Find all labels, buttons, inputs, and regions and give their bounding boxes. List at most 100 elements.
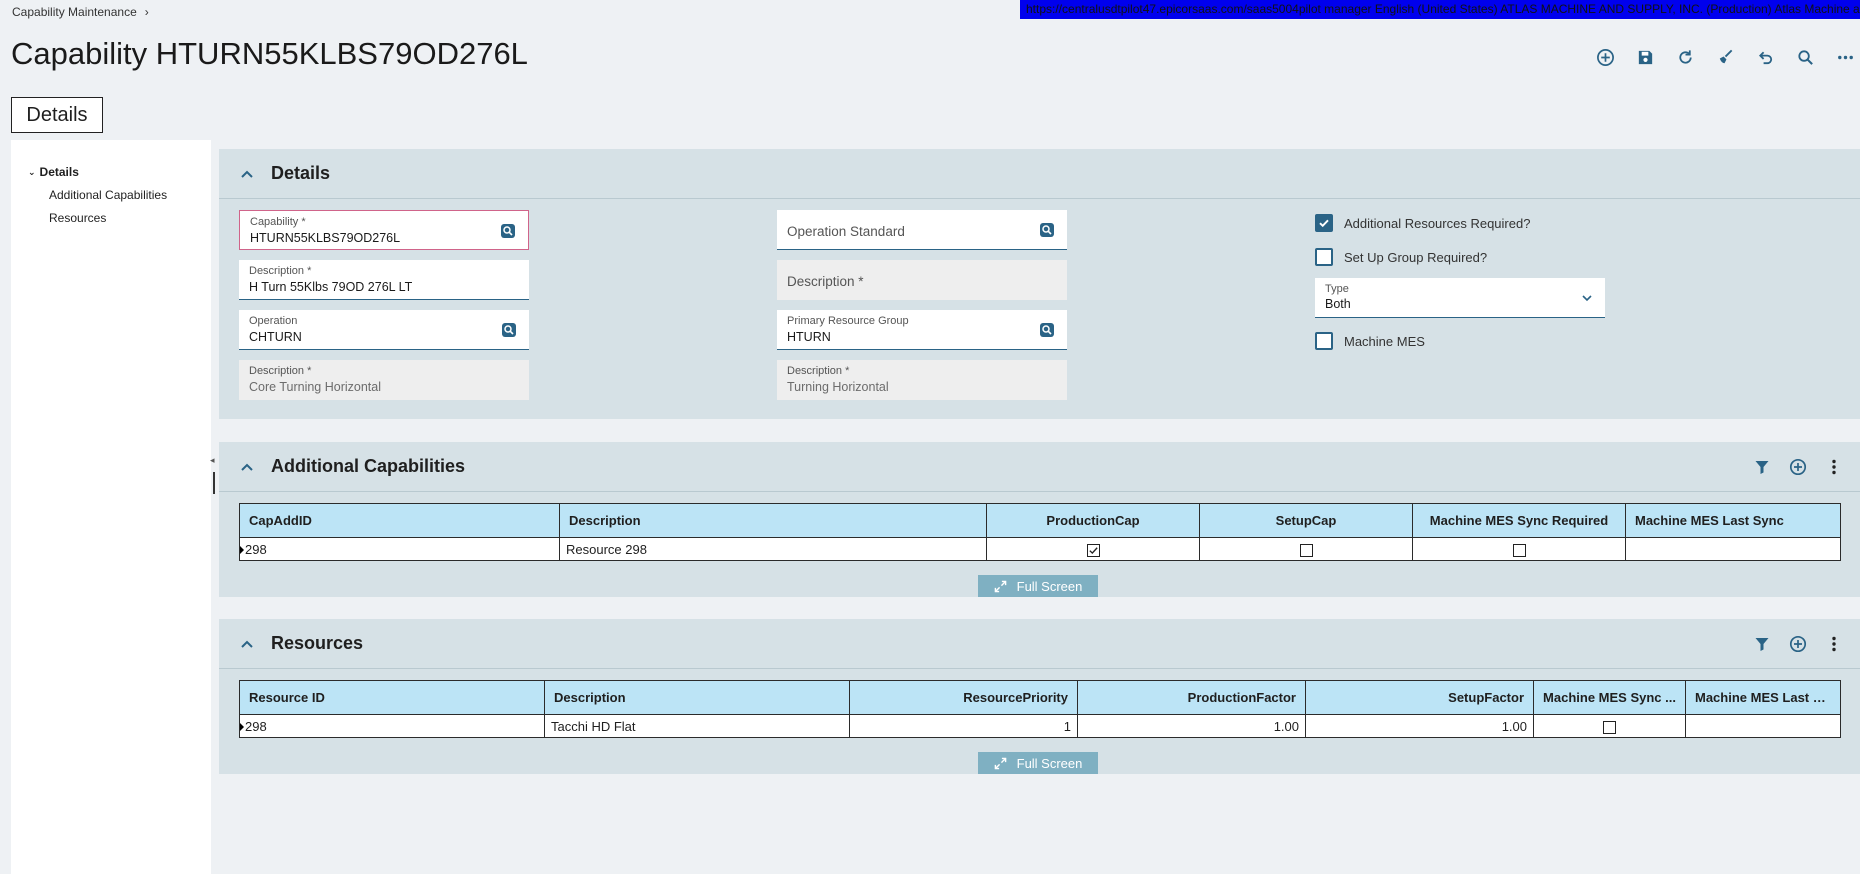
expand-icon: [994, 580, 1006, 592]
add-new-button[interactable]: [1585, 44, 1625, 70]
checkbox-checked-icon[interactable]: [1086, 543, 1100, 557]
primary-resource-group-label: Primary Resource Group: [787, 315, 909, 327]
column-header-description[interactable]: Description: [559, 503, 987, 538]
resources-header: Resources: [219, 619, 1860, 669]
more-horizontal-icon: [1837, 55, 1853, 59]
column-header-resource-id[interactable]: Resource ID: [239, 680, 545, 715]
table-row[interactable]: 298 Tacchi HD Flat 1 1.00 1.00: [239, 714, 1841, 738]
chevron-up-icon[interactable]: [239, 636, 255, 652]
undo-button[interactable]: [1745, 44, 1785, 70]
cell-description[interactable]: Tacchi HD Flat: [544, 714, 850, 738]
operation-description-value: Core Turning Horizontal: [249, 380, 382, 394]
table-row[interactable]: 298 Resource 298: [239, 537, 1841, 561]
operation-standard-field[interactable]: Operation Standard: [777, 210, 1067, 250]
operation-value: CHTURN: [249, 330, 302, 344]
cell-capaddid-value: 298: [245, 541, 267, 557]
nav-resize-handle[interactable]: [213, 472, 215, 494]
add-row-button[interactable]: [1784, 454, 1812, 480]
full-screen-label: Full Screen: [1016, 578, 1083, 594]
type-select[interactable]: Type Both: [1315, 278, 1605, 318]
cell-mes-last-sync[interactable]: [1625, 537, 1841, 561]
filter-button[interactable]: [1748, 631, 1776, 657]
search-button[interactable]: [1785, 44, 1825, 70]
setup-group-required-label: Set Up Group Required?: [1344, 249, 1488, 265]
details-panel-header: Details: [219, 149, 1860, 199]
column-header-mes-sync-required[interactable]: Machine MES Sync Required: [1412, 503, 1626, 538]
column-header-productioncap[interactable]: ProductionCap: [986, 503, 1200, 538]
plus-circle-icon: [1789, 635, 1807, 653]
column-header-mes-last-sync[interactable]: Machine MES Last S...: [1685, 680, 1841, 715]
page-title: Capability HTURN55KLBS79OD276L: [11, 36, 528, 71]
page-toolbar: [1585, 44, 1860, 70]
checkbox-unchecked-icon: [1315, 332, 1333, 350]
full-screen-button[interactable]: Full Screen: [978, 575, 1098, 597]
additional-resources-required-checkbox[interactable]: Additional Resources Required?: [1315, 214, 1530, 232]
cell-production-factor[interactable]: 1.00: [1077, 714, 1306, 738]
column-header-production-factor[interactable]: ProductionFactor: [1077, 680, 1306, 715]
additional-capabilities-panel: Additional Capabilities CapAddID Descrip…: [219, 442, 1860, 597]
refresh-button[interactable]: [1665, 44, 1705, 70]
nav-item-resources[interactable]: Resources: [49, 211, 106, 225]
filter-icon: [1755, 461, 1769, 474]
add-row-button[interactable]: [1784, 631, 1812, 657]
type-label: Type: [1325, 283, 1349, 295]
save-button[interactable]: [1625, 44, 1665, 70]
capability-value: HTURN55KLBS79OD276L: [250, 231, 401, 245]
column-header-resource-priority[interactable]: ResourcePriority: [849, 680, 1078, 715]
breadcrumb-item[interactable]: Capability Maintenance: [12, 5, 137, 19]
checkbox-unchecked-icon[interactable]: [1299, 543, 1313, 557]
cell-resource-id[interactable]: 298: [239, 714, 545, 738]
cell-setup-factor[interactable]: 1.00: [1305, 714, 1534, 738]
chevron-down-icon: [1582, 295, 1592, 302]
description-field[interactable]: Description * H Turn 55Klbs 79OD 276L LT: [239, 260, 529, 300]
search-icon[interactable]: [1039, 222, 1055, 238]
type-value: Both: [1325, 297, 1351, 311]
refresh-icon: [1678, 49, 1692, 64]
overflow-menu-button[interactable]: [1825, 44, 1860, 70]
nav-item-additional-capabilities[interactable]: Additional Capabilities: [49, 188, 167, 202]
checkbox-checked-icon: [1315, 214, 1333, 232]
machine-mes-checkbox[interactable]: Machine MES: [1315, 332, 1425, 350]
primary-resource-group-field[interactable]: Primary Resource Group HTURN: [777, 310, 1067, 350]
setup-group-required-checkbox[interactable]: Set Up Group Required?: [1315, 248, 1487, 266]
column-header-capaddid[interactable]: CapAddID: [239, 503, 560, 538]
tab-details[interactable]: Details: [11, 97, 103, 133]
clear-button[interactable]: [1705, 44, 1745, 70]
search-icon[interactable]: [501, 322, 517, 338]
grid-menu-button[interactable]: [1820, 631, 1848, 657]
search-icon[interactable]: [1039, 322, 1055, 338]
checkbox-unchecked-icon[interactable]: [1512, 543, 1526, 557]
cell-capaddid[interactable]: 298: [239, 537, 560, 561]
filter-button[interactable]: [1748, 454, 1776, 480]
side-navigation: ⌄ Details Additional Capabilities Resour…: [11, 140, 211, 874]
operation-field[interactable]: Operation CHTURN: [239, 310, 529, 350]
column-header-mes-sync[interactable]: Machine MES Sync ...: [1533, 680, 1686, 715]
chevron-up-icon[interactable]: [239, 166, 255, 182]
filter-icon: [1755, 638, 1769, 651]
checkbox-unchecked-icon[interactable]: [1603, 720, 1616, 734]
capability-field[interactable]: Capability * HTURN55KLBS79OD276L: [239, 210, 529, 250]
cell-mes-sync-required[interactable]: [1412, 537, 1626, 561]
cell-resource-priority[interactable]: 1: [849, 714, 1078, 738]
cell-mes-sync[interactable]: [1533, 714, 1686, 738]
cell-mes-last-sync[interactable]: [1685, 714, 1841, 738]
cell-productioncap[interactable]: [986, 537, 1200, 561]
column-header-mes-last-sync[interactable]: Machine MES Last Sync: [1625, 503, 1841, 538]
chevron-right-icon: ›: [144, 5, 149, 19]
plus-circle-icon: [1596, 48, 1614, 66]
grid-menu-button[interactable]: [1820, 454, 1848, 480]
broom-icon: [1719, 49, 1732, 63]
search-icon[interactable]: [500, 223, 516, 239]
chevron-up-icon[interactable]: [239, 459, 255, 475]
operation-label: Operation: [249, 315, 298, 327]
current-row-marker-icon: [240, 546, 244, 555]
cell-setupcap[interactable]: [1199, 537, 1413, 561]
full-screen-button[interactable]: Full Screen: [978, 752, 1098, 774]
column-header-setup-factor[interactable]: SetupFactor: [1305, 680, 1534, 715]
collapse-nav-icon[interactable]: ◂: [210, 455, 215, 466]
cell-description[interactable]: Resource 298: [559, 537, 987, 561]
column-header-setupcap[interactable]: SetupCap: [1199, 503, 1413, 538]
resource-group-description-field: Description * Turning Horizontal: [777, 360, 1067, 400]
nav-item-details[interactable]: ⌄ Details: [28, 165, 79, 179]
column-header-description[interactable]: Description: [544, 680, 850, 715]
